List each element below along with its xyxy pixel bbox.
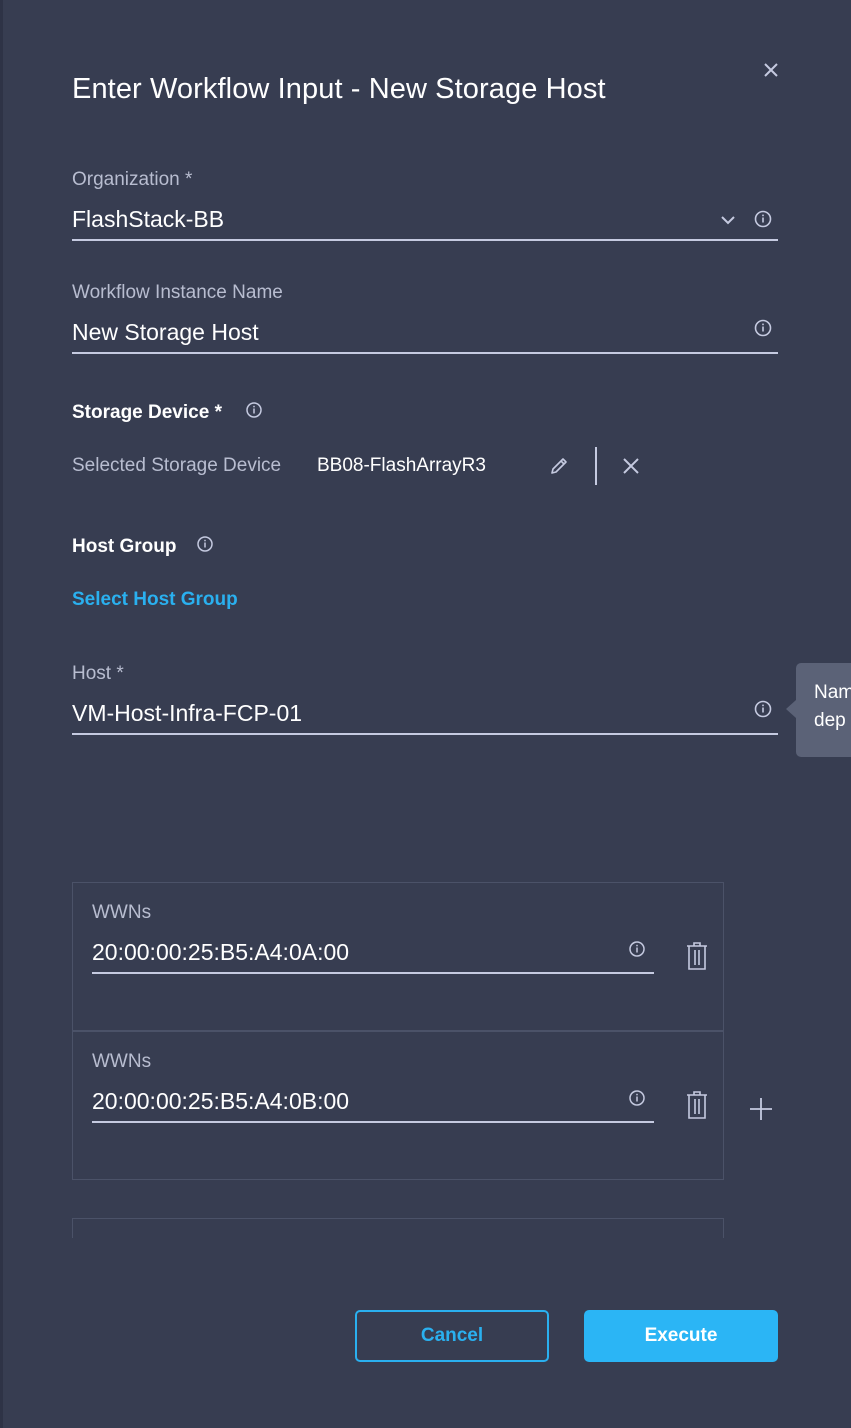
add-wwn-button[interactable]	[749, 1097, 773, 1121]
wwn-item: WWNs 20:00:00:25:B5:A4:0B:00	[72, 1031, 724, 1180]
workflow-instance-name-info-icon[interactable]	[754, 319, 772, 337]
select-host-group-link[interactable]: Select Host Group	[72, 589, 238, 611]
host-info-icon[interactable]	[754, 700, 772, 718]
host-group-title: Host Group	[72, 536, 177, 557]
clear-storage-device-button[interactable]	[621, 456, 641, 476]
workflow-instance-name-label: Workflow Instance Name	[72, 282, 283, 303]
edit-storage-device-button[interactable]	[548, 455, 570, 477]
tooltip-arrow	[786, 700, 796, 718]
host-group-info-icon[interactable]	[196, 535, 214, 553]
workflow-instance-name-underline	[72, 352, 778, 354]
delete-wwn-button[interactable]	[685, 941, 709, 971]
workflow-instance-name-input[interactable]: New Storage Host	[72, 313, 742, 353]
plus-icon	[750, 1098, 772, 1120]
cancel-button[interactable]: Cancel	[355, 1310, 549, 1362]
wwn-input[interactable]: 20:00:00:25:B5:A4:0A:00	[92, 933, 632, 973]
wwn-underline	[92, 1121, 654, 1123]
wwn-underline	[92, 972, 654, 974]
host-value: VM-Host-Infra-FCP-01	[72, 700, 303, 726]
wwn-item-partial	[72, 1218, 724, 1238]
wwn-label: WWNs	[92, 1051, 152, 1072]
organization-underline	[72, 239, 778, 241]
host-tooltip: Nam dep	[796, 663, 851, 757]
close-icon	[623, 458, 639, 474]
organization-info-icon[interactable]	[754, 210, 772, 228]
execute-button[interactable]: Execute	[584, 1310, 778, 1362]
wwn-item: WWNs 20:00:00:25:B5:A4:0A:00	[72, 882, 724, 1031]
storage-device-info-icon[interactable]	[245, 401, 263, 419]
workflow-input-dialog: Enter Workflow Input - New Storage Host …	[0, 0, 851, 1428]
host-label: Host *	[72, 663, 124, 684]
host-underline	[72, 733, 778, 735]
host-input[interactable]: VM-Host-Infra-FCP-01	[72, 694, 742, 734]
chevron-down-icon	[721, 216, 735, 225]
storage-device-title: Storage Device *	[72, 402, 222, 423]
storage-device-divider	[595, 447, 597, 485]
wwn-info-icon[interactable]	[628, 940, 646, 958]
wwn-info-icon[interactable]	[628, 1089, 646, 1107]
wwn-value: 20:00:00:25:B5:A4:0A:00	[92, 939, 350, 965]
workflow-instance-name-value: New Storage Host	[72, 319, 259, 345]
wwn-label: WWNs	[92, 902, 152, 923]
trash-icon	[687, 1091, 707, 1119]
organization-value: FlashStack-BB	[72, 206, 225, 232]
organization-select[interactable]: FlashStack-BB	[72, 200, 778, 242]
delete-wwn-button[interactable]	[685, 1090, 709, 1120]
close-icon	[764, 63, 778, 77]
pencil-icon	[551, 458, 567, 474]
selected-storage-device-value: BB08-FlashArrayR3	[317, 455, 486, 476]
dialog-title: Enter Workflow Input - New Storage Host	[72, 73, 606, 105]
close-button[interactable]	[760, 59, 782, 81]
wwn-input[interactable]: 20:00:00:25:B5:A4:0B:00	[92, 1082, 632, 1122]
selected-storage-device-label: Selected Storage Device	[72, 455, 282, 476]
wwn-value: 20:00:00:25:B5:A4:0B:00	[92, 1088, 350, 1114]
tooltip-text: Nam dep	[814, 682, 851, 731]
trash-icon	[687, 942, 707, 970]
organization-label: Organization *	[72, 169, 193, 190]
